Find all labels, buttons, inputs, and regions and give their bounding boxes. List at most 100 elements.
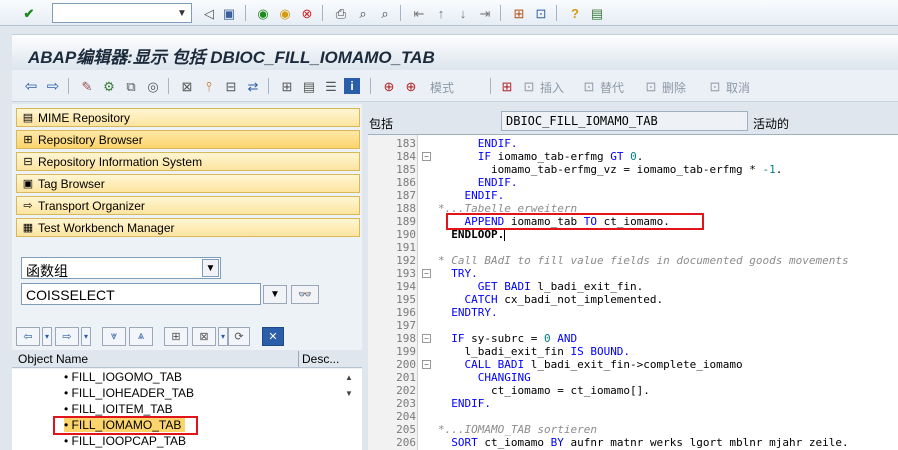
- forward-arrow-icon[interactable]: ⇨: [44, 77, 62, 95]
- refresh-icon[interactable]: ⟳: [228, 327, 250, 346]
- object-name-input[interactable]: COISSELECT: [21, 283, 261, 305]
- hierarchy-icon[interactable]: ⊞: [278, 77, 296, 95]
- code-line[interactable]: CATCH cx_badi_not_implemented.: [438, 293, 663, 306]
- scroll-down-icon[interactable]: ▼: [345, 389, 353, 398]
- info-icon[interactable]: i: [344, 78, 360, 94]
- next-page-icon[interactable]: ↓: [454, 4, 472, 22]
- nav-button-mime-repository[interactable]: ▤ MIME Repository: [16, 108, 360, 127]
- include-name-field[interactable]: DBIOC_FILL_IOMAMO_TAB: [501, 111, 748, 131]
- save-icon[interactable]: ▣: [220, 4, 238, 22]
- code-line[interactable]: ENDIF.: [438, 176, 518, 189]
- nav-button-repository-browser[interactable]: ⊞ Repository Browser: [16, 130, 360, 149]
- display-glasses-icon[interactable]: 👓: [291, 285, 319, 304]
- fold-toggle-icon[interactable]: −: [422, 360, 431, 369]
- code-line[interactable]: ENDTRY.: [438, 306, 497, 319]
- code-line[interactable]: TRY.: [438, 267, 478, 280]
- history-dropdown-icon[interactable]: ▾: [42, 327, 52, 346]
- close-icon[interactable]: ✕: [262, 327, 284, 346]
- command-field[interactable]: ▼: [52, 3, 192, 23]
- back-arrow-icon[interactable]: ⇦: [22, 77, 40, 95]
- code-line[interactable]: ENDIF.: [438, 397, 491, 410]
- code-token: .: [775, 163, 783, 176]
- nav-button-tag-browser[interactable]: ▣ Tag Browser: [16, 174, 360, 193]
- create-session-icon[interactable]: ⊞: [510, 4, 528, 22]
- test-icon[interactable]: ⫯: [200, 77, 218, 95]
- chevron-down-icon[interactable]: ▼: [202, 259, 219, 277]
- code-line[interactable]: ENDIF.: [438, 137, 518, 150]
- code-line[interactable]: iomamo_tab-erfmg_vz = iomamo_tab-erfmg *…: [438, 163, 782, 176]
- code-line[interactable]: SORT ct_iomamo BY aufnr matnr werks lgor…: [438, 436, 848, 449]
- code-line[interactable]: l_badi_exit_fin IS BOUND.: [438, 345, 630, 358]
- last-page-icon[interactable]: ⇥: [476, 4, 494, 22]
- forward-arrow-icon[interactable]: ⇨: [55, 327, 79, 346]
- other-object-icon[interactable]: ⚙: [100, 77, 118, 95]
- expand-icon[interactable]: ⩔: [102, 327, 126, 346]
- delete-icon: ⊡: [645, 78, 657, 94]
- code-line[interactable]: * Call BAdI to fill value fields in docu…: [438, 254, 849, 267]
- display-object-list-icon[interactable]: ☰: [322, 77, 340, 95]
- chevron-down-icon[interactable]: ▼: [174, 5, 190, 21]
- navigation-icon[interactable]: ⇄: [244, 77, 262, 95]
- mode-button[interactable]: 模式: [430, 79, 454, 96]
- code-line[interactable]: IF sy-subrc = 0 AND: [438, 332, 577, 345]
- object-type-select[interactable]: 函数组 ▼: [21, 257, 221, 279]
- column-header-description[interactable]: Desc...: [296, 352, 339, 366]
- nav-button-label: MIME Repository: [38, 110, 131, 125]
- code-token: GT: [610, 150, 631, 163]
- settings-dropdown-icon[interactable]: ▾: [218, 327, 228, 346]
- nav-button-repository-information-system[interactable]: ⊟ Repository Information System: [16, 152, 360, 171]
- check-icon[interactable]: ⧉: [122, 77, 140, 95]
- code-line[interactable]: CHANGING: [438, 371, 531, 384]
- external-breakpoint-icon[interactable]: ⊕: [402, 77, 420, 95]
- code-line[interactable]: ct_iomamo = ct_iomamo[].: [438, 384, 650, 397]
- back-arrow-icon[interactable]: ◁: [200, 4, 218, 22]
- title-bar: ABAP编辑器:显示 包括 DBIOC_FILL_IOMAMO_TAB: [12, 34, 898, 69]
- tree-item[interactable]: • FILL_IOOPCAP_TAB: [64, 434, 186, 448]
- where-used-icon[interactable]: ⊠: [178, 77, 196, 95]
- cancel-icon[interactable]: ⊗: [298, 4, 316, 22]
- code-token: iomamo_tab-erfmg: [497, 150, 611, 163]
- layout-menu-icon[interactable]: ▤: [588, 4, 606, 22]
- pattern-icon[interactable]: ⊞: [498, 77, 516, 95]
- code-token: AND: [557, 332, 578, 345]
- find-next-icon[interactable]: ⌕: [376, 4, 394, 22]
- first-page-icon[interactable]: ⇤: [410, 4, 428, 22]
- vertical-scrollbar[interactable]: ▲ ▼: [342, 369, 358, 450]
- code-line[interactable]: CALL BADI l_badi_exit_fin->complete_ioma…: [438, 358, 742, 371]
- back-icon[interactable]: ◉: [254, 4, 272, 22]
- breakpoint-icon[interactable]: ⊕: [380, 77, 398, 95]
- settings-icon[interactable]: ⊠: [192, 327, 216, 346]
- history-dropdown-icon[interactable]: ▾: [81, 327, 91, 346]
- code-line[interactable]: *...IOMAMO_TAB sortieren: [438, 423, 597, 436]
- chevron-down-icon[interactable]: ▼: [263, 285, 287, 304]
- nav-button-test-workbench-manager[interactable]: ▦ Test Workbench Manager: [16, 218, 360, 237]
- tree-item[interactable]: • FILL_IOITEM_TAB: [64, 402, 173, 416]
- hierarchy-icon[interactable]: ⊞: [164, 327, 188, 346]
- help-icon[interactable]: ?: [566, 4, 584, 22]
- activate-icon[interactable]: ◎: [144, 77, 162, 95]
- fold-toggle-icon[interactable]: −: [422, 334, 431, 343]
- object-list-icon[interactable]: ⊟: [222, 77, 240, 95]
- tree-item[interactable]: • FILL_IOGOMO_TAB: [64, 370, 182, 384]
- delete-button: 删除: [662, 81, 687, 95]
- collapse-icon[interactable]: ⩓: [129, 327, 153, 346]
- code-editor[interactable]: 183 ENDIF. 184− IF iomamo_tab-erfmg GT 0.…: [368, 134, 898, 450]
- find-icon[interactable]: ⌕: [354, 4, 372, 22]
- fold-toggle-icon[interactable]: −: [422, 269, 431, 278]
- code-line[interactable]: IF iomamo_tab-erfmg GT 0.: [438, 150, 644, 163]
- tree-item[interactable]: • FILL_IOHEADER_TAB: [64, 386, 194, 400]
- column-header-object-name[interactable]: Object Name: [18, 352, 88, 366]
- previous-page-icon[interactable]: ↑: [432, 4, 450, 22]
- print-icon[interactable]: ⎙: [332, 4, 350, 22]
- nav-button-transport-organizer[interactable]: ⇨ Transport Organizer: [16, 196, 360, 215]
- fold-toggle-icon[interactable]: −: [422, 152, 431, 161]
- shortcut-icon[interactable]: ⊡: [532, 4, 550, 22]
- enter-icon[interactable]: ✔: [20, 4, 38, 22]
- code-line[interactable]: ENDIF.: [438, 189, 504, 202]
- code-line[interactable]: GET BADI l_badi_exit_fin.: [438, 280, 644, 293]
- exit-icon[interactable]: ◉: [276, 4, 294, 22]
- print-icon[interactable]: ▤: [300, 77, 318, 95]
- back-arrow-icon[interactable]: ⇦: [16, 327, 40, 346]
- scroll-up-icon[interactable]: ▲: [345, 373, 353, 382]
- display-change-icon[interactable]: ✎: [78, 77, 96, 95]
